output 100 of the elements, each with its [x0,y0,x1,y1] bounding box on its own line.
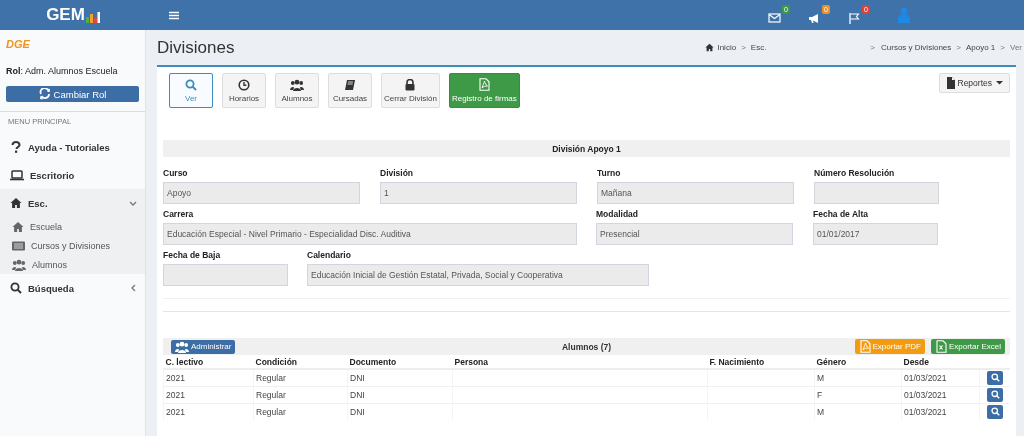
brand-logo-text: GEM [46,5,85,25]
home-icon [705,43,715,52]
table-cell: 2021 [163,369,254,386]
sidebar-menu-item[interactable]: Esc. [0,189,145,217]
breadcrumb-separator: > [741,43,746,52]
view-button[interactable] [987,370,1003,385]
toolbar-button[interactable]: Registro de firmas [448,73,520,108]
sidebar-menu-item[interactable]: Escritorio [0,161,145,189]
search-icon [990,407,1000,417]
table-cell: Regular [253,386,348,403]
user-icon [898,7,910,23]
column-header: Género [814,355,902,369]
book-icon [344,78,356,91]
home-icon [12,220,24,233]
breadcrumb-link[interactable]: Apoyo 1 [965,43,996,52]
column-header: C. lectivo [163,355,254,369]
change-role-button[interactable]: Cambiar Rol [6,86,139,102]
search-icon [10,282,22,294]
view-button[interactable] [987,387,1003,402]
breadcrumb-link[interactable]: Esc. [750,43,767,52]
caret-icon [996,81,1003,85]
search-icon [185,78,197,91]
breadcrumb-link[interactable]: Cursos y Divisiones [880,43,952,52]
search-icon [990,373,1000,383]
text-field[interactable]: Mañana [597,182,794,204]
toolbar-button[interactable]: Cerrar División [381,73,440,108]
menu-icon [169,10,179,20]
text-field[interactable]: 1 [380,182,577,204]
envelope-icon [768,11,781,24]
column-header: Desde [901,355,980,369]
text-field[interactable] [163,264,288,286]
breadcrumb-link[interactable]: Inicio [705,43,737,52]
lock-icon [404,78,417,91]
file-icon [945,77,956,89]
column-header: Persona [452,355,708,369]
table-cell: DNI [347,386,453,403]
breadcrumb-separator: > [956,43,961,52]
manage-button[interactable]: Administrar [171,339,236,354]
field-label: Número Resolución [814,168,895,178]
table-cell: Regular [253,403,348,420]
table-cell: 2021 [163,386,254,403]
table-cell: 01/03/2021 [901,369,980,386]
field-label: Fecha de Baja [163,250,221,260]
table-cell: M [814,403,902,420]
text-field[interactable] [814,182,939,204]
home-icon [10,197,22,209]
table-title: Alumnos (7) [561,341,612,352]
spreadsheet-file-icon [934,340,948,353]
pdf-file-icon [858,340,872,353]
reports-dropdown-button[interactable]: Reportes [938,73,1010,93]
text-field[interactable]: Educación Especial - Nivel Primario - Especialidad Disc. Auditiva [163,223,577,245]
section-title: División Apoyo 1 [163,140,1010,157]
toolbar-button[interactable]: Horarios [222,73,266,108]
pdf-file-icon [477,78,491,91]
laptop-icon [10,169,24,181]
question-icon [10,141,22,153]
toolbar-button[interactable]: Ver [169,73,213,108]
field-label: Modalidad [596,209,639,219]
field-label: Curso [163,168,188,178]
text-field[interactable]: 01/01/2017 [813,223,938,245]
sidebar-menu-item[interactable]: Ayuda - Tutoriales [0,133,145,161]
clock-icon [238,78,250,91]
sidebar-submenu-item[interactable]: Escuela [0,217,145,236]
column-header: Documento [347,355,453,369]
search-icon [990,390,1000,399]
field-label: Turno [597,168,621,178]
sidebar-submenu-item[interactable]: Alumnos [0,255,145,274]
page-title: Divisiones [157,37,235,58]
logo-text: DGE [6,38,30,50]
table-cell: 01/03/2021 [901,386,980,403]
sidebar-submenu-item[interactable]: Cursos y Divisiones [0,236,145,255]
field-label: Fecha de Alta [813,209,868,219]
breadcrumb-link[interactable]: Ver [1010,43,1022,52]
breadcrumb-separator: > [1000,43,1005,52]
column-header: F. Nacimiento [707,355,815,369]
users-icon [12,258,26,271]
refresh-icon [38,88,51,100]
table-cell: 01/03/2021 [901,403,980,420]
table-cell: DNI [347,369,453,386]
table-cell: 2021 [163,403,254,420]
breadcrumb-separator: > [870,43,876,52]
role-text: Rol: Adm. Alumnos Escuela [6,66,119,76]
toolbar-button[interactable]: Alumnos [275,73,319,108]
view-button[interactable] [987,404,1003,419]
users-icon [290,78,304,91]
text-field[interactable]: Apoyo [163,182,360,204]
field-label: División [380,168,414,178]
table-cell: M [814,369,902,386]
text-field[interactable]: Educación Inicial de Gestión Estatal, Privada, Social y Cooperativa [307,264,649,286]
text-field[interactable]: Presencial [596,223,793,245]
users-icon [175,340,189,353]
table-cell: F [814,386,902,403]
toolbar-button[interactable]: Cursadas [328,73,372,108]
field-label: Carrera [163,209,194,219]
table-cell: Regular [253,369,348,386]
bar-chart-icon [85,10,100,23]
export-button[interactable]: Exportar Excel [930,339,1005,354]
field-label: Calendario [307,250,351,260]
flag-icon [848,11,861,24]
sidebar-menu-item[interactable]: Búsqueda [0,274,145,302]
